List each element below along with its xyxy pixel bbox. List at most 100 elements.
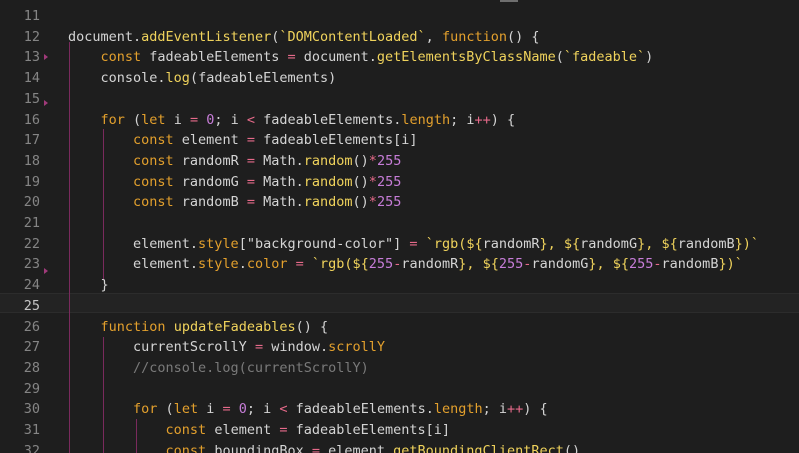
code-text[interactable]: } (68, 275, 109, 296)
code-line[interactable]: 13 const fadeableElements = document.get… (0, 47, 799, 68)
code-token: ; i (246, 401, 280, 418)
code-text[interactable]: element.style["background-color"] = `rgb… (68, 234, 759, 255)
code-token: - (653, 256, 662, 273)
code-text[interactable]: const randomG = Math.random()*255 (68, 172, 401, 193)
code-token: let (141, 111, 166, 128)
code-token: 255 (368, 256, 394, 273)
code-token: "background-color" (246, 235, 394, 252)
code-line[interactable]: 32 const boundingBox = element.getBoundi… (0, 441, 799, 453)
code-token: ) { (523, 401, 548, 418)
code-line[interactable]: 31 const element = fadeableElements[i] (0, 420, 799, 441)
line-number: 12 (23, 28, 40, 45)
line-number: 25 (23, 297, 40, 314)
code-token: const (133, 194, 174, 211)
code-token: = (409, 235, 418, 252)
scroll-indicator[interactable] (500, 0, 518, 2)
code-line[interactable]: 12 document.addEventListener(`DOMContentL… (0, 27, 799, 48)
line-number: 30 (23, 401, 40, 418)
code-token: = (295, 256, 304, 273)
code-token: const (100, 49, 142, 66)
code-token: randomB (677, 235, 735, 252)
code-text[interactable]: const randomR = Math.random()*255 (68, 151, 401, 172)
code-line[interactable]: 20 const randomB = Math.random()*255 (0, 192, 799, 213)
code-token: scrollY (328, 339, 386, 356)
code-token: i (165, 111, 190, 128)
code-line[interactable]: 26 function updateFadeables() { (0, 317, 799, 338)
code-text[interactable]: currentScrollY = window.scrollY (68, 337, 385, 358)
code-line[interactable]: 24 } (0, 275, 799, 296)
code-line[interactable]: 30 for (let i = 0; i < fadeableElements.… (0, 399, 799, 420)
code-token: . (238, 256, 247, 273)
code-token: 255 (629, 256, 654, 273)
code-token: element. (320, 442, 394, 453)
code-line[interactable]: 19 const randomG = Math.random()*255 (0, 172, 799, 193)
code-text[interactable]: for (let i = 0; i < fadeableElements.len… (68, 399, 548, 420)
code-token: randomB (173, 194, 247, 211)
code-text[interactable]: function updateFadeables() { (68, 317, 329, 338)
code-token: updateFadeables (173, 318, 296, 335)
code-token: const (165, 422, 207, 438)
code-token: const (133, 173, 174, 190)
code-text[interactable]: for (let i = 0; i < fadeableElements.len… (68, 110, 516, 131)
code-token: () (563, 442, 581, 453)
code-token: = (254, 339, 264, 356)
code-editor[interactable]: 11 12 document.addEventListener(`DOMConten… (0, 0, 799, 453)
code-line[interactable]: 17 const element = fadeableElements[i] (0, 130, 799, 151)
code-line[interactable]: 28 //console.log(currentScrollY) (0, 358, 799, 379)
code-line[interactable]: 15 (0, 89, 799, 110)
code-token: } (637, 235, 646, 252)
code-line[interactable]: 27 currentScrollY = window.scrollY (0, 337, 799, 358)
code-line[interactable]: 11 (0, 6, 799, 27)
code-token: function (441, 28, 507, 45)
code-line[interactable]: 22 element.style["background-color"] = `… (0, 234, 799, 255)
code-token: const (165, 442, 207, 453)
code-line[interactable]: 14 console.log(fadeableElements) (0, 68, 799, 89)
code-token: ${ (612, 256, 630, 273)
code-text[interactable]: const fadeableElements = document.getEle… (68, 47, 654, 68)
code-token: [ (238, 235, 247, 252)
line-number: 20 (23, 194, 40, 211)
code-text[interactable]: const element = fadeableElements[i] (68, 420, 451, 441)
code-text[interactable]: console.log(fadeableElements) (68, 68, 337, 89)
code-token: window. (263, 339, 329, 356)
code-token: random (303, 152, 353, 169)
code-text[interactable]: const randomB = Math.random()*255 (68, 192, 401, 213)
line-number: 31 (23, 422, 40, 438)
code-line[interactable]: 16 for (let i = 0; i < fadeableElements.… (0, 110, 799, 131)
code-token: () (352, 194, 369, 211)
code-token: ; i (482, 401, 508, 418)
code-token: const (133, 152, 174, 169)
code-token: < (246, 111, 256, 128)
code-line[interactable]: 23 element.style.color = `rgb(${255-rand… (0, 254, 799, 275)
code-token: ${ (352, 256, 369, 273)
code-text[interactable]: document.addEventListener(`DOMContentLoa… (68, 27, 539, 48)
code-token: ) (645, 49, 654, 66)
line-number: 15 (23, 90, 40, 107)
code-line[interactable]: 25 (0, 296, 799, 317)
code-token: = (287, 49, 296, 66)
code-line[interactable]: 29 (0, 379, 799, 400)
code-token: document. (295, 49, 377, 66)
code-token: * (368, 173, 377, 190)
line-number: 19 (23, 173, 40, 190)
code-line[interactable]: 18 const randomR = Math.random()*255 (0, 151, 799, 172)
code-line[interactable]: 21 (0, 213, 799, 234)
code-text[interactable]: const boundingBox = element.getBoundingC… (68, 441, 581, 453)
code-text[interactable]: const element = fadeableElements[i] (68, 130, 418, 151)
line-number: 27 (23, 339, 40, 356)
code-token: 255 (376, 173, 402, 190)
code-token: fadeableElements (141, 49, 288, 66)
code-text[interactable]: element.style.color = `rgb(${255-randomR… (68, 254, 743, 275)
code-text[interactable]: //console.log(currentScrollY) (68, 358, 369, 379)
code-token: , (596, 256, 613, 273)
code-token: getBoundingClientRect (393, 442, 564, 453)
